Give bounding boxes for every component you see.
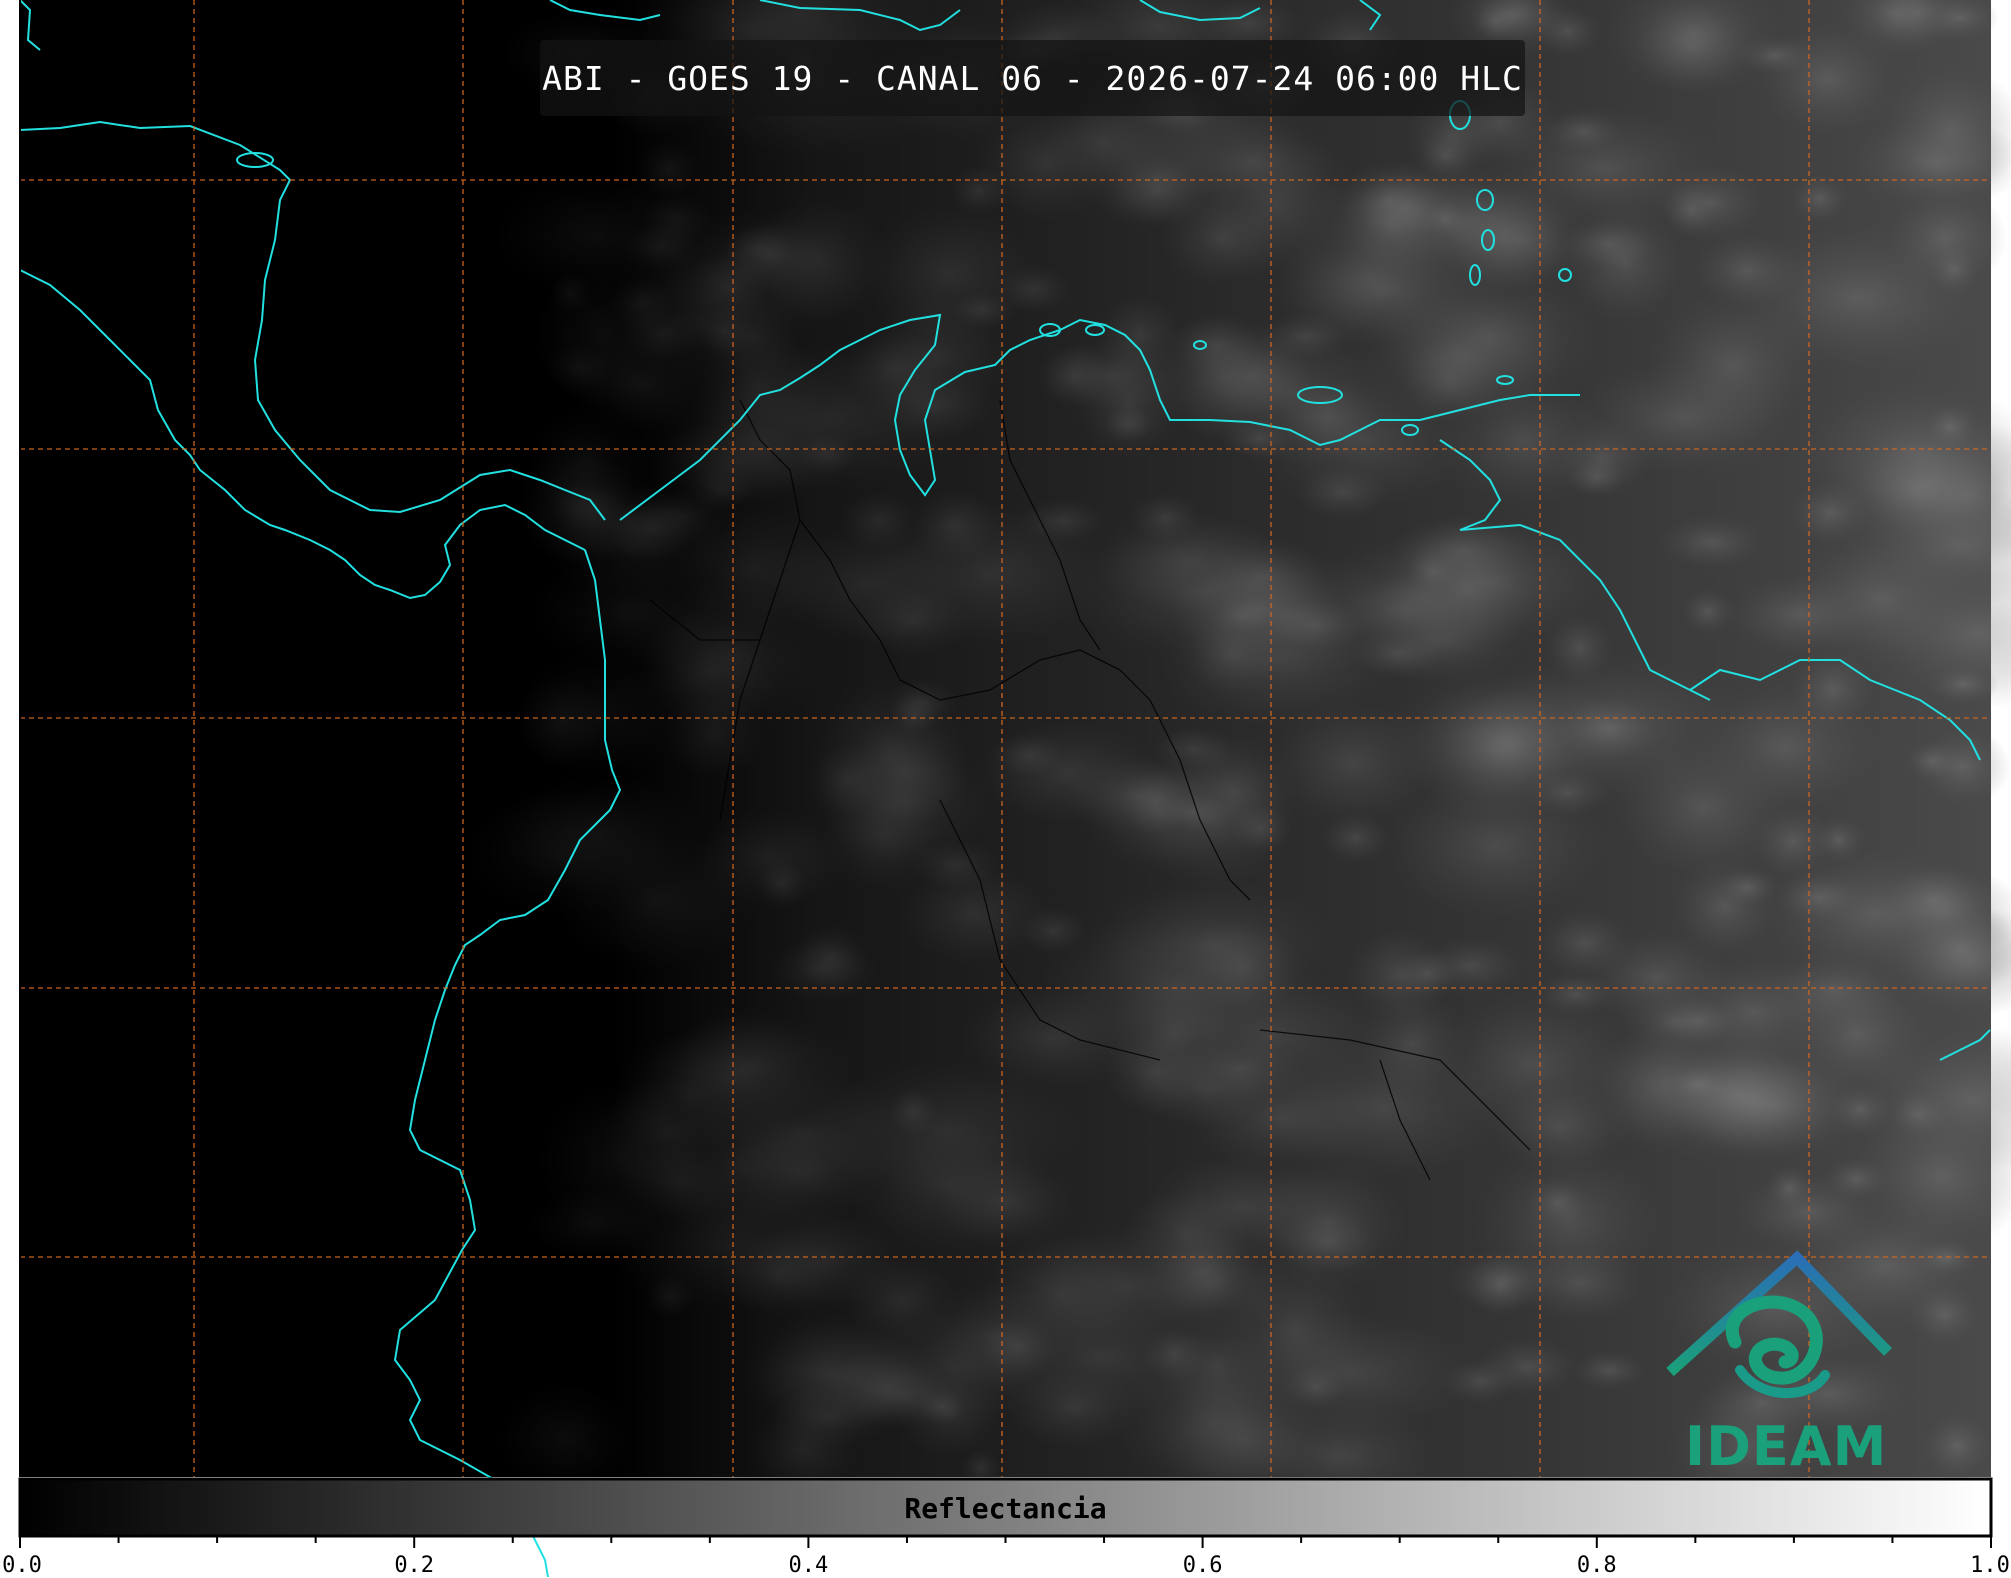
cloud-patch bbox=[1354, 990, 1469, 1098]
cloud-patch bbox=[1790, 174, 1850, 224]
cloud-patch bbox=[1921, 1412, 1994, 1481]
cloud-patch bbox=[718, 1229, 841, 1318]
cloud-patch bbox=[532, 263, 678, 409]
cloud-patch bbox=[1005, 1367, 1143, 1449]
cloud-patch bbox=[1656, 514, 1767, 570]
satellite-map bbox=[18, 0, 2011, 1577]
cloud-patch bbox=[602, 1075, 731, 1191]
map-title: ABI - GOES 19 - CANAL 06 - 2026-07-24 06… bbox=[542, 58, 1523, 98]
cloud-patch bbox=[997, 264, 1072, 315]
cloud-patch bbox=[1545, 613, 1615, 682]
cloud-patch bbox=[1088, 879, 1337, 1009]
cloud-patch bbox=[1274, 1208, 1381, 1275]
colorbar-tick-label: 0.4 bbox=[788, 1553, 829, 1578]
cloud-patch bbox=[1665, 1063, 1732, 1105]
cloud-patch bbox=[793, 923, 869, 991]
cloud-patch bbox=[554, 830, 755, 971]
cloud-patch bbox=[1913, 1239, 1980, 1276]
cloud-patch bbox=[979, 1317, 1056, 1377]
cloud-patch bbox=[1655, 163, 1768, 242]
cloud-patch bbox=[1490, 1080, 1631, 1174]
cloud-patch bbox=[812, 676, 970, 831]
map-figure: ABI - GOES 19 - CANAL 06 - 2026-07-24 06… bbox=[0, 0, 2011, 1578]
cloud-patch bbox=[1552, 419, 1654, 497]
cloud-patch bbox=[1439, 689, 1577, 800]
cloud-patch bbox=[1075, 352, 1183, 459]
cloud-patch bbox=[975, 721, 1161, 825]
cloud-patch bbox=[638, 140, 700, 199]
logo-text: IDEAM bbox=[1685, 1415, 1888, 1478]
cloud-patch bbox=[1572, 1350, 1646, 1391]
colorbar-tick-label: 0.8 bbox=[1576, 1553, 1617, 1578]
cloud-patch bbox=[870, 372, 999, 440]
colorbar-label: Reflectancia bbox=[904, 1491, 1107, 1525]
cloud-patch bbox=[756, 859, 809, 908]
cloud-patch bbox=[1773, 870, 1866, 924]
cloud-patch bbox=[1102, 1028, 1208, 1115]
cloud-patch bbox=[899, 863, 1050, 966]
cloud-patch bbox=[1765, 1164, 1814, 1212]
cloud-patch bbox=[518, 646, 679, 781]
cloud-patch bbox=[1788, 649, 1876, 729]
title-panel: ABI - GOES 19 - CANAL 06 - 2026-07-24 06… bbox=[540, 40, 1525, 116]
cloud-patch bbox=[1883, 186, 2008, 291]
cloud-patch bbox=[1393, 949, 1461, 999]
cloud-patch bbox=[1228, 1310, 1475, 1436]
cloud-patch bbox=[741, 1312, 917, 1433]
cloud-patch bbox=[1823, 1157, 1889, 1202]
cloud-patch bbox=[1525, 1177, 1590, 1227]
cloud-patch bbox=[1927, 665, 1999, 704]
cloud-patch bbox=[528, 1187, 658, 1261]
cloud-patch bbox=[1907, 1282, 1982, 1347]
cloud-patch bbox=[1614, 735, 1793, 879]
cloud-patch bbox=[1391, 520, 1541, 658]
colorbar-tick-label: 0.2 bbox=[394, 1553, 435, 1578]
colorbar-tick-label: 0.6 bbox=[1182, 1553, 1223, 1578]
cloud-patch bbox=[1197, 537, 1327, 617]
cloud-patch bbox=[839, 491, 919, 552]
cloud-patch bbox=[853, 584, 971, 657]
cloud-patch bbox=[1104, 155, 1210, 226]
cloud-patch bbox=[1542, 109, 1624, 153]
colorbar-tick-label: 0.0 bbox=[2, 1553, 42, 1578]
cloud-patch bbox=[1778, 969, 1936, 1100]
colorbar-tick-label: 1.0 bbox=[1970, 1553, 2010, 1578]
cloud-patch bbox=[723, 223, 795, 274]
cloud-patch bbox=[692, 306, 757, 357]
cloud-patch bbox=[1913, 726, 2011, 807]
cloud-patch bbox=[1338, 160, 1441, 242]
